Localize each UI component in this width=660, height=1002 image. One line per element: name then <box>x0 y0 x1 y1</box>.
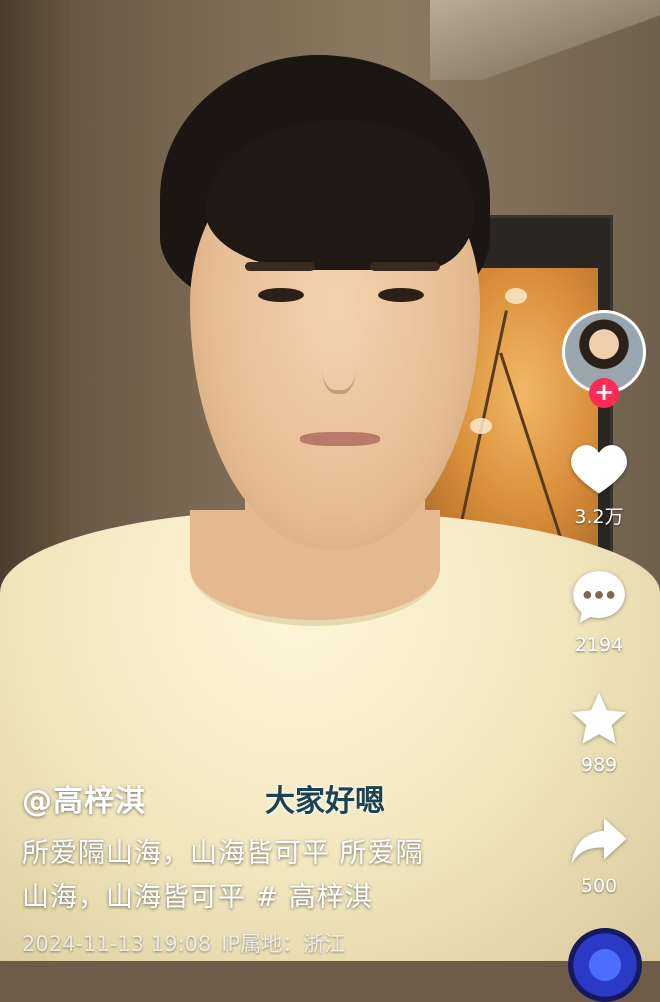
eyebrow-right <box>370 262 440 271</box>
comment-button[interactable]: 2194 <box>564 566 634 656</box>
heart-icon <box>571 445 627 494</box>
painting-branch <box>499 352 564 544</box>
follow-button[interactable]: + <box>589 378 619 408</box>
author-avatar[interactable]: + <box>562 310 646 408</box>
ip-label: IP属地： <box>221 932 304 956</box>
caption-line-2: 山海，山海皆可平 # 高梓淇 <box>22 882 373 913</box>
share-button[interactable]: 500 <box>564 815 634 897</box>
post-meta: 2024-11-13 19:08 IP属地：浙江 <box>22 928 355 958</box>
ceiling-trim <box>430 0 660 80</box>
mouth <box>300 432 380 446</box>
eye-left <box>258 288 304 302</box>
plus-icon: + <box>593 378 615 406</box>
eye-right <box>378 288 424 302</box>
favorite-count: 989 <box>580 754 618 776</box>
ip-location: 浙江 <box>303 932 346 956</box>
eyebrow-left <box>245 262 315 271</box>
video-caption[interactable]: 所爱隔山海，山海皆可平 所爱隔 山海，山海皆可平 # 高梓淇 <box>22 832 492 920</box>
like-button[interactable]: 3.2万 <box>564 440 634 529</box>
nose <box>322 330 356 394</box>
caption-line-1: 所爱隔山海，山海皆可平 所爱隔 <box>22 838 424 869</box>
author-name[interactable]: @高梓淇 <box>22 776 146 820</box>
like-count: 3.2万 <box>574 506 624 528</box>
video-overlay-text: 大家好嗯 <box>265 784 385 819</box>
comment-count: 2194 <box>574 634 624 656</box>
share-icon <box>571 818 627 865</box>
share-count: 500 <box>580 875 618 897</box>
post-timestamp: 2024-11-13 19:08 <box>22 932 212 956</box>
favorite-button[interactable]: 989 <box>564 690 634 776</box>
comment-icon <box>573 571 625 623</box>
painting-flower <box>505 288 527 304</box>
star-icon <box>572 692 626 744</box>
painting-flower <box>470 418 492 434</box>
music-disc-icon[interactable] <box>568 928 642 1002</box>
